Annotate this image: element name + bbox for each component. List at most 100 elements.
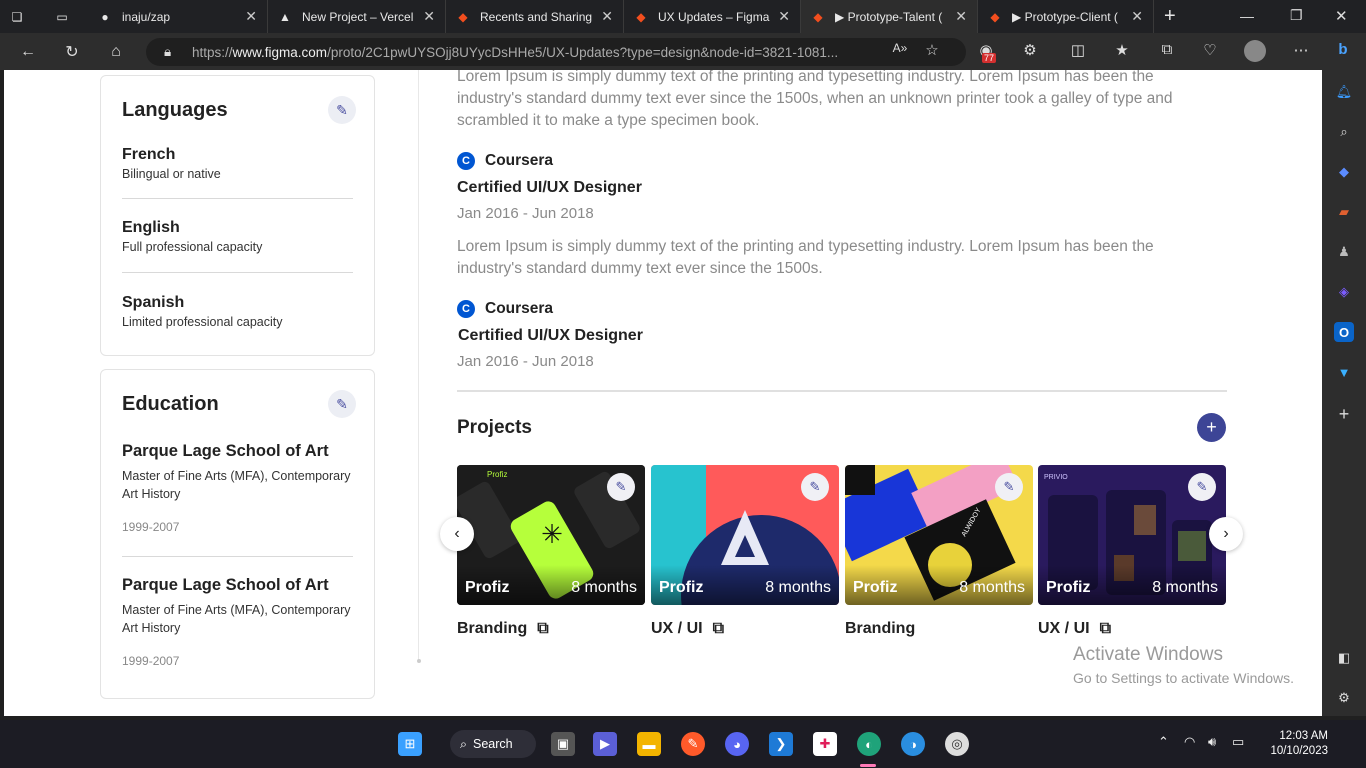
close-icon[interactable]: ✕ — [778, 8, 790, 25]
address-bar: ← ↻ ⌂ 🔒︎ https://www.figma.com/proto/2C1… — [0, 33, 1366, 70]
edit-project-button[interactable]: ✎ — [995, 473, 1023, 501]
drop-icon[interactable]: ▼ — [1334, 362, 1354, 382]
education-card: Education ✎ Parque Lage School of Art Ma… — [100, 369, 375, 699]
outlook-icon[interactable]: O — [1334, 322, 1354, 342]
project-category[interactable]: Branding ⧉ — [457, 620, 549, 638]
close-icon[interactable]: ✕ — [245, 8, 257, 25]
tab-github[interactable]: ● inaju/zap ✕ — [88, 0, 268, 33]
slack-icon[interactable]: ✚ — [813, 732, 837, 756]
collections-icon[interactable]: ⧉ — [1157, 41, 1177, 58]
close-icon[interactable]: ✕ — [601, 8, 613, 25]
favorite-star-icon[interactable]: ☆ — [922, 41, 942, 59]
sidebar-settings-icon[interactable]: ⚙ — [1334, 688, 1354, 708]
edit-education-button[interactable]: ✎ — [328, 390, 356, 418]
games-icon[interactable]: ♟ — [1334, 242, 1354, 262]
start-icon[interactable]: ⊞ — [398, 732, 422, 756]
project-card[interactable]: ✎ Profiz 8 months — [651, 465, 839, 605]
copilot-icon[interactable]: ◈ — [1334, 282, 1354, 302]
close-icon[interactable]: ✕ — [1131, 8, 1143, 25]
home-icon[interactable]: ⌂ — [94, 43, 138, 61]
back-icon[interactable]: ← — [6, 43, 50, 61]
edge-sidebar: 🔔︎ ⌕ ◆ ▰ ♟ ◈ O ▼ + ◧ ⚙ — [1322, 70, 1366, 716]
close-icon[interactable]: ✕ — [955, 8, 967, 25]
add-sidebar-app-icon[interactable]: + — [1334, 404, 1354, 424]
project-duration: 8 months — [765, 579, 831, 596]
split-screen-icon[interactable]: ◫ — [1068, 41, 1088, 59]
project-card[interactable]: ALWIDOY ✎ Profiz 8 months — [845, 465, 1033, 605]
taskbar-search[interactable]: ⌕ Search — [450, 730, 536, 758]
file-explorer-icon[interactable]: ▬ — [637, 732, 661, 756]
search-icon: ⌕ — [460, 736, 468, 751]
maximize-icon[interactable]: ❐ — [1290, 7, 1303, 24]
tab-ux-updates[interactable]: ◆ UX Updates – Figma ✕ — [624, 0, 801, 33]
teams-icon[interactable]: ▶ — [593, 732, 617, 756]
projects-title: Projects — [457, 417, 532, 438]
favorites-icon[interactable]: ★ — [1112, 41, 1132, 59]
tray-overflow-icon[interactable]: ⌃ — [1158, 734, 1169, 750]
project-card[interactable]: PRIVIO ✎ Profiz 8 months — [1038, 465, 1226, 605]
carousel-next-button[interactable]: › — [1209, 517, 1243, 551]
external-link-icon[interactable]: ⧉ — [713, 620, 724, 638]
vscode-icon[interactable]: ❯ — [769, 732, 793, 756]
extension-badge-icon[interactable]: ◉ 77 — [976, 41, 997, 63]
category-label: UX / UI — [1038, 620, 1090, 637]
task-view-icon[interactable]: ▣ — [551, 732, 575, 756]
read-aloud-icon[interactable]: A» — [890, 41, 910, 55]
edge-icon[interactable]: ◐ — [857, 732, 881, 756]
external-link-icon[interactable]: ⧉ — [1100, 620, 1111, 638]
project-category[interactable]: UX / UI ⧉ — [1038, 620, 1111, 638]
shopping-tag-icon[interactable]: ◆ — [1334, 162, 1354, 182]
profile-avatar[interactable] — [1244, 40, 1266, 62]
project-category[interactable]: UX / UI ⧉ — [651, 620, 724, 638]
project-name: Profiz — [853, 579, 898, 596]
bing-icon[interactable]: b — [1333, 41, 1353, 58]
tab-prototype-talent[interactable]: ◆ ▶ Prototype-Talent (✕ — [801, 0, 978, 33]
discord-icon[interactable]: ◕ — [725, 732, 749, 756]
refresh-icon[interactable]: ↻ — [50, 42, 94, 62]
hide-sidebar-icon[interactable]: ◧ — [1334, 648, 1354, 668]
chevron-left-icon: ‹ — [454, 525, 460, 542]
edit-project-button[interactable]: ✎ — [607, 473, 635, 501]
battery-icon[interactable]: ▭ — [1232, 734, 1244, 750]
carousel-prev-button[interactable]: ‹ — [440, 517, 474, 551]
app-icon[interactable]: ◎ — [945, 732, 969, 756]
pencil-icon: ✎ — [615, 479, 627, 494]
workspaces-button[interactable]: ❏ — [0, 0, 46, 33]
section-divider — [457, 390, 1227, 392]
close-icon[interactable]: ✕ — [423, 8, 435, 25]
notification-bell-icon[interactable]: 🔔︎ — [1334, 82, 1354, 102]
cert-title: Certified UI/UX Designer — [458, 327, 643, 344]
minimize-icon[interactable]: — — [1240, 8, 1254, 24]
extensions-icon[interactable]: ⚙ — [1020, 41, 1040, 59]
wifi-icon[interactable]: ◠ — [1184, 734, 1195, 750]
tab-recents[interactable]: ◆ Recents and Sharing ✕ — [446, 0, 624, 33]
add-project-button[interactable]: + — [1197, 413, 1226, 442]
new-tab-button[interactable]: + — [1154, 0, 1194, 33]
degree: Master of Fine Arts (MFA), Contemporary … — [122, 469, 351, 501]
edge-dev-icon[interactable]: ◑ — [901, 732, 925, 756]
url-field[interactable]: 🔒︎ https://www.figma.com/proto/2C1pwUYSO… — [146, 38, 966, 66]
tab-vercel[interactable]: ▲ New Project – Vercel ✕ — [268, 0, 446, 33]
tools-icon[interactable]: ▰ — [1334, 202, 1354, 222]
language-name: French — [122, 146, 176, 163]
tab-title: Recents and Sharing — [480, 9, 593, 24]
project-card[interactable]: ✳ Profiz ✎ Profiz 8 months — [457, 465, 645, 605]
more-menu-icon[interactable]: ⋯ — [1291, 41, 1311, 59]
taskbar-clock[interactable]: 12:03 AM 10/10/2023 — [1258, 729, 1328, 759]
window-close-icon[interactable]: ✕ — [1335, 7, 1348, 25]
pencil-icon: ✎ — [336, 101, 348, 118]
plus-icon: + — [1164, 5, 1176, 27]
edit-project-button[interactable]: ✎ — [801, 473, 829, 501]
external-link-icon[interactable]: ⧉ — [537, 620, 548, 638]
volume-icon[interactable]: 🔊︎ — [1208, 734, 1216, 750]
edit-project-button[interactable]: ✎ — [1188, 473, 1216, 501]
tab-prototype-client[interactable]: ◆ ▶ Prototype-Client (✕ — [978, 0, 1154, 33]
search-icon[interactable]: ⌕ — [1334, 122, 1354, 142]
figma-icon: ◆ — [813, 9, 823, 24]
edit-languages-button[interactable]: ✎ — [328, 96, 356, 124]
health-icon[interactable]: ♡ — [1200, 41, 1220, 59]
brave-pencil-icon[interactable]: ✎ — [681, 732, 705, 756]
tab-actions-button[interactable]: ▭ — [46, 0, 88, 33]
project-duration: 8 months — [1152, 579, 1218, 596]
figma-icon: ◆ — [990, 9, 1000, 24]
